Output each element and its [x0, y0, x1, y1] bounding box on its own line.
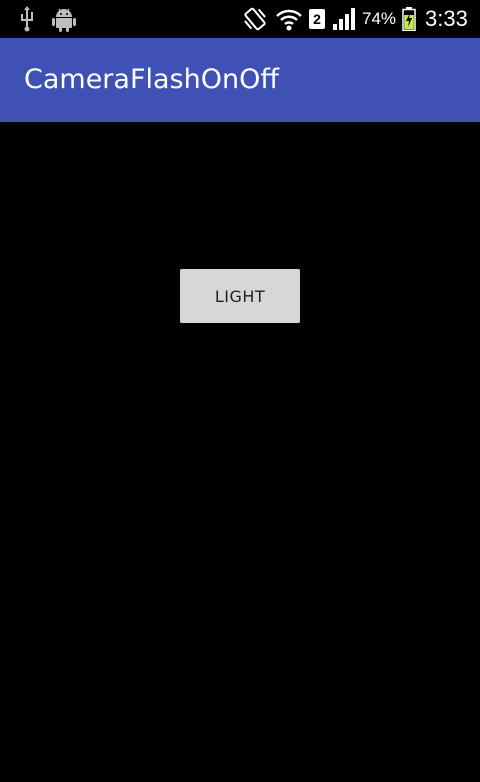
wifi-icon	[274, 0, 304, 38]
battery-charging-icon	[400, 0, 418, 38]
usb-icon	[16, 0, 38, 38]
android-debug-icon	[50, 0, 78, 38]
light-button[interactable]: LIGHT	[180, 269, 300, 323]
status-bar-clock: 3:33	[425, 6, 468, 31]
signal-icon	[332, 0, 356, 38]
status-bar: 2 74% 3:33	[0, 0, 480, 38]
screen: 2 74% 3:33 CameraFlashOnOff LIGHT	[0, 0, 480, 782]
vibrate-icon	[241, 0, 269, 38]
main-content: LIGHT	[0, 122, 480, 782]
sim-slot-number: 2	[309, 9, 325, 29]
app-title: CameraFlashOnOff	[24, 64, 279, 95]
action-bar: CameraFlashOnOff	[0, 38, 480, 122]
sim-2-icon: 2	[307, 0, 327, 38]
battery-percent: 74%	[362, 9, 397, 28]
